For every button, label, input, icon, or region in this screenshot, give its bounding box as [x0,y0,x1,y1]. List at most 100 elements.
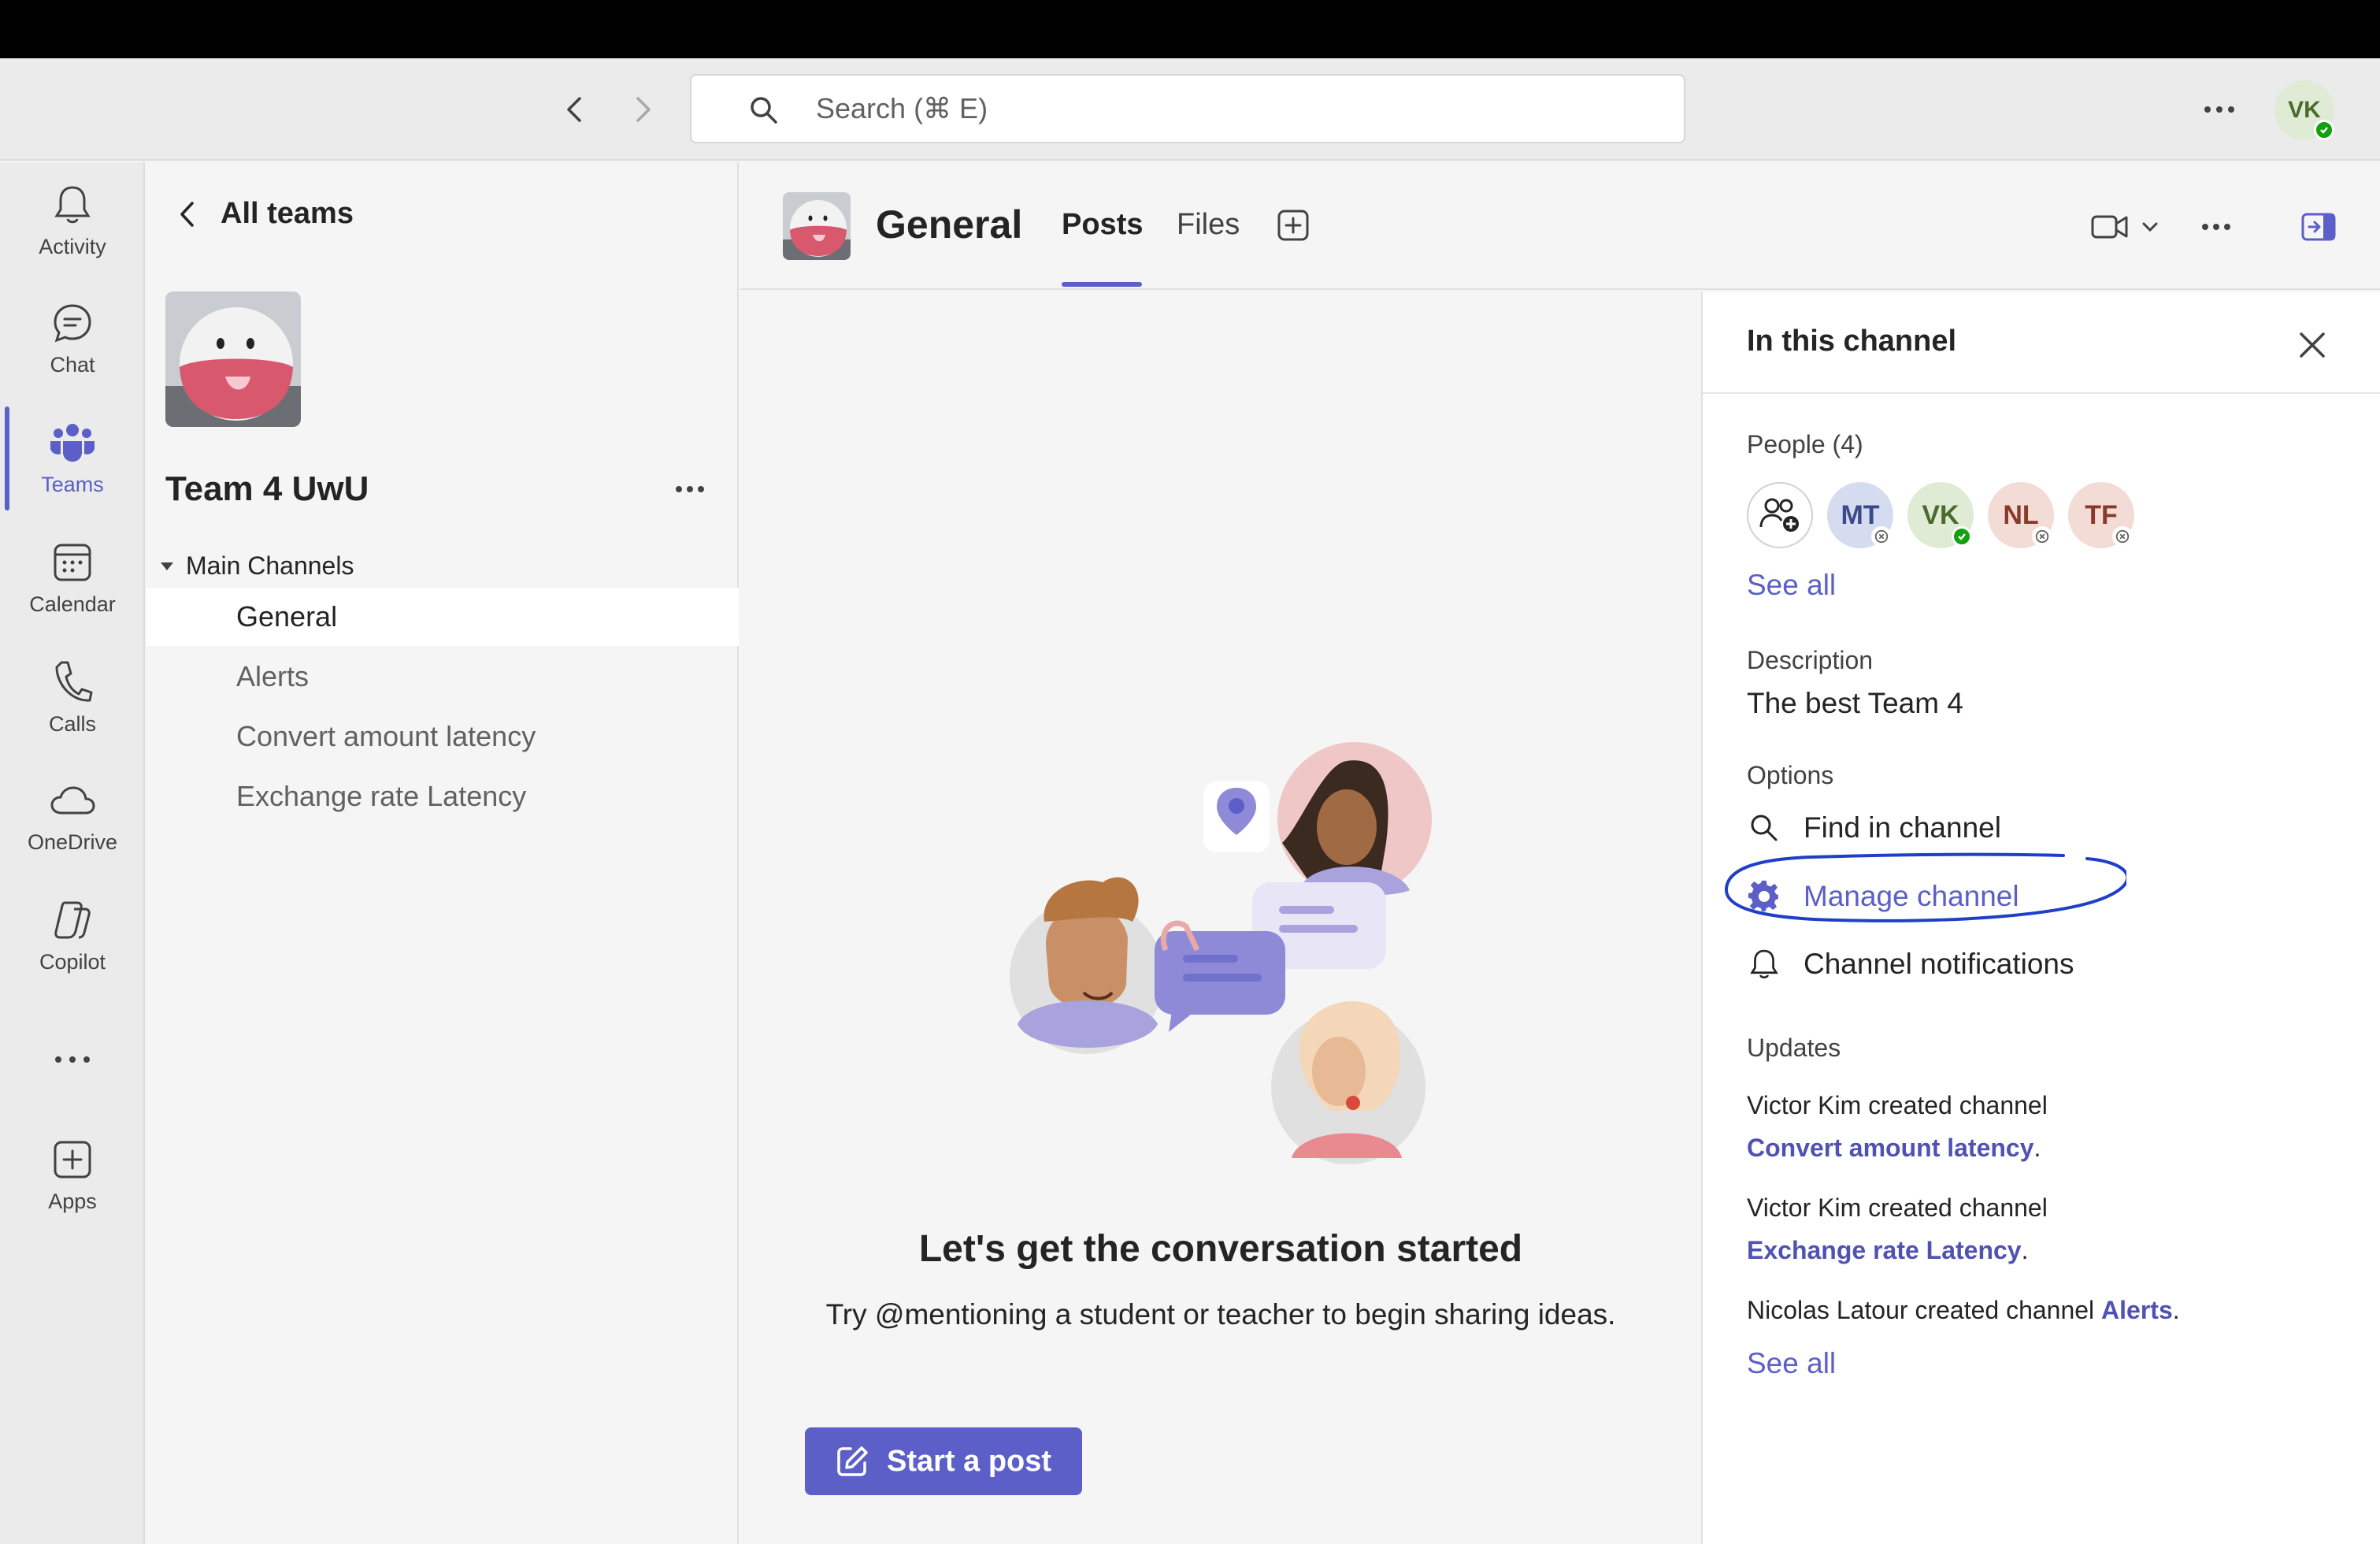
plus-square-icon [54,1141,91,1178]
update-channel-link[interactable]: Alerts [2101,1296,2173,1324]
forward-arrow-button[interactable] [624,90,663,129]
system-top-bar [0,0,2380,58]
start-post-button[interactable]: Start a post [805,1427,1082,1495]
add-person-icon [1759,498,1799,532]
rail-more-apps-button[interactable] [0,1032,145,1087]
person-avatar-mt[interactable]: MT [1827,482,1893,548]
offline-status-icon [2112,526,2133,547]
search-input[interactable]: Search (⌘ E) [690,74,1685,143]
main-channels-section-toggle[interactable]: Main Channels [159,551,354,581]
chevron-down-icon [2142,222,2158,232]
person-avatar-nl[interactable]: NL [1988,482,2054,548]
compose-icon [837,1446,868,1476]
channel-info-panel: In this channel People (4) MT VK NL TF S… [1701,291,2380,1544]
tab-files[interactable]: Files [1177,208,1240,242]
back-arrow-button[interactable] [554,90,594,129]
rail-item-chat[interactable]: Chat [0,284,145,394]
rail-item-apps[interactable]: Apps [0,1120,145,1230]
offline-status-icon [2032,526,2052,547]
empty-state-subtitle: Try @mentioning a student or teacher to … [825,1298,1616,1331]
rail-item-calendar[interactable]: Calendar [0,523,145,633]
option-label: Channel notifications [1804,948,2074,980]
chat-icon [54,304,91,343]
team-name: Team 4 UwU [165,470,369,508]
search-placeholder: Search (⌘ E) [816,92,988,124]
see-all-updates-link[interactable]: See all [1747,1347,1836,1380]
search-icon [1751,815,1778,841]
option-label: Manage channel [1804,880,2019,912]
user-initials: VK [2288,97,2321,123]
add-people-button[interactable] [1747,482,1813,548]
calendar-icon [54,544,91,581]
rail-label: Activity [39,235,106,258]
side-panel-icon [2301,213,2336,241]
people-conversation-illustration-icon [1010,742,1432,1164]
update-channel-link[interactable]: Convert amount latency [1747,1134,2034,1162]
cloud-icon [50,786,95,815]
updates-label: Updates [1747,1034,1841,1062]
rail-item-copilot[interactable]: Copilot [0,881,145,991]
panel-header: In this channel [1703,291,2380,394]
phone-icon [55,661,93,702]
meet-now-button[interactable] [2085,206,2164,247]
see-all-people-link[interactable]: See all [1747,569,1836,602]
channel-item-exchange-rate-latency[interactable]: Exchange rate Latency [146,767,739,826]
channel-info-pane-toggle[interactable] [2297,206,2341,247]
rail-label: Calendar [29,592,116,616]
channel-more-options-button[interactable] [2194,206,2238,247]
person-avatar-tf[interactable]: TF [2068,482,2134,548]
posts-area: Let's get the conversation started Try @… [740,291,1701,1544]
channel-item-convert-amount-latency[interactable]: Convert amount latency [146,707,739,766]
bell-icon [1750,949,1778,979]
team-picture[interactable] [165,291,301,427]
channel-title: General [876,202,1023,247]
rail-label: Calls [48,712,96,736]
update-text: Victor Kim created channel [1747,1091,2048,1119]
find-in-channel-option[interactable]: Find in channel [1747,811,2001,844]
all-teams-label: All teams [221,197,354,230]
update-item: Victor Kim created channel Convert amoun… [1747,1091,2048,1162]
channel-notifications-option[interactable]: Channel notifications [1747,947,2074,982]
empty-state-title: Let's get the conversation started [918,1228,1523,1270]
chevron-left-icon [180,201,194,227]
start-post-label: Start a post [887,1444,1052,1478]
rail-item-onedrive[interactable]: OneDrive [0,761,145,871]
rail-label: Copilot [39,950,106,974]
channel-label: Exchange rate Latency [236,780,527,812]
person-initials: MT [1841,499,1880,530]
person-avatar-vk[interactable]: VK [1907,482,1974,548]
team-more-options-button[interactable] [666,470,714,509]
video-camera-icon [2091,215,2128,239]
main-channels-label: Main Channels [186,551,354,580]
copilot-icon [54,901,91,939]
channel-label: Convert amount latency [236,720,536,752]
update-channel-link[interactable]: Exchange rate Latency [1747,1236,2022,1264]
people-avatars: MT VK NL TF [1747,482,2345,553]
caret-down-icon [161,562,173,570]
more-horizontal-icon [676,486,704,492]
all-teams-back-button[interactable]: All teams [178,197,354,231]
tab-posts[interactable]: Posts [1062,208,1143,242]
options-label: Options [1747,761,1834,789]
add-tab-button[interactable] [1273,205,1314,246]
rail-item-teams[interactable]: Teams [0,403,145,514]
app-rail: Activity Chat Teams Calendar Calls OneDr… [0,162,145,1544]
available-status-icon [2314,120,2334,140]
rail-item-calls[interactable]: Calls [0,643,145,753]
user-avatar[interactable]: VK [2274,80,2334,140]
rail-label: OneDrive [27,830,118,854]
channel-item-general[interactable]: General [146,588,739,646]
close-panel-button[interactable] [2289,321,2336,369]
update-item: Nicolas Latour created channel Alerts. [1747,1296,2180,1324]
channel-item-alerts[interactable]: Alerts [146,648,739,706]
more-horizontal-icon [2204,106,2234,113]
channel-label: Alerts [236,660,310,692]
description-label: Description [1747,646,1874,674]
person-initials: TF [2085,499,2118,530]
rail-item-activity[interactable]: Activity [0,165,145,276]
person-initials: NL [2003,499,2039,530]
manage-channel-option[interactable]: Manage channel [1747,879,2019,914]
team-avatar-image-icon [165,291,301,427]
team-avatar-image-icon [783,192,851,260]
settings-more-button[interactable] [2197,90,2241,129]
